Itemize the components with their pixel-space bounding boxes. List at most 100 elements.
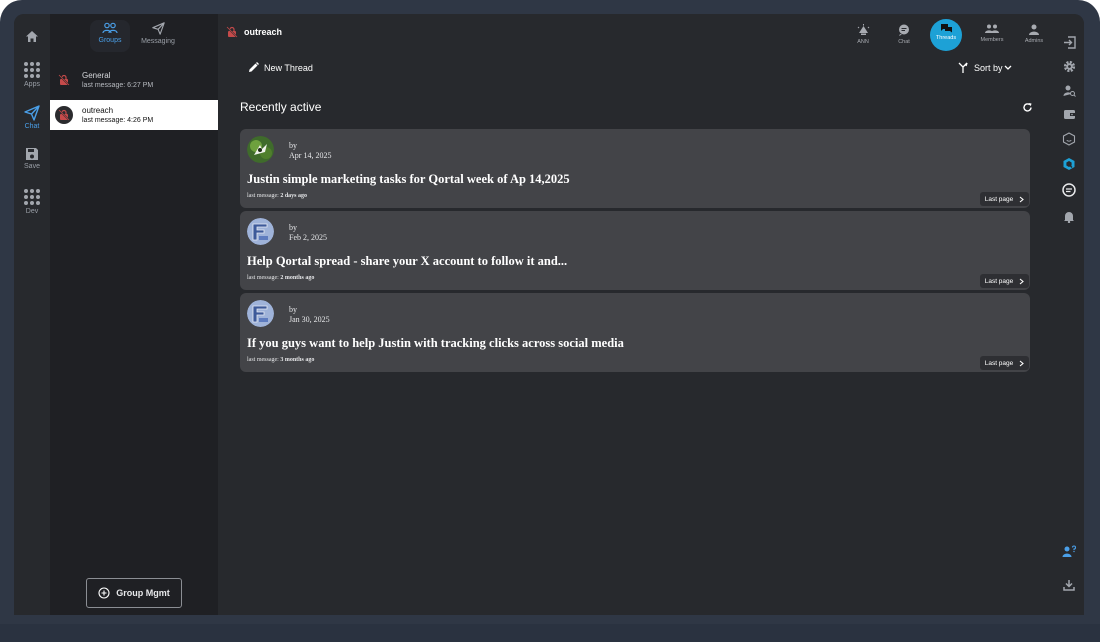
tab-chat[interactable]: Chat — [888, 20, 920, 45]
tab-members-label: Members — [980, 37, 1004, 43]
group-last-message: last message: 6:27 PM — [82, 82, 154, 89]
app-nav: Apps Chat Save Dev — [14, 14, 50, 615]
user-search-icon — [1063, 85, 1076, 97]
group-mgmt-button[interactable]: Group Mgmt — [86, 578, 182, 608]
lock-off-icon — [226, 26, 238, 38]
thread-author: by — [289, 141, 297, 150]
thread-last-message: last message: 2 months ago — [247, 275, 314, 281]
hexagon-app-button[interactable] — [1061, 131, 1077, 147]
nav-apps[interactable]: Apps — [14, 61, 50, 88]
threads-active-bubble: Threads — [930, 19, 962, 51]
group-name: outreach — [82, 106, 114, 115]
notifications-button[interactable] — [1061, 208, 1077, 224]
thread-card[interactable]: by Jan 30, 2025 If you guys want to help… — [240, 293, 1030, 372]
last-page-button[interactable]: Last page — [980, 356, 1029, 370]
nav-home[interactable] — [14, 30, 50, 45]
settings-button[interactable] — [1061, 58, 1077, 74]
right-rail — [1054, 14, 1084, 615]
grid-icon — [24, 189, 40, 205]
user-support-button[interactable] — [1061, 543, 1077, 559]
qortal-app-button[interactable] — [1061, 156, 1077, 172]
last-page-label: Last page — [984, 195, 1014, 203]
last-page-label: Last page — [984, 359, 1014, 367]
chevron-right-icon — [1019, 196, 1025, 202]
last-message-value: 2 days ago — [280, 193, 307, 199]
last-message-label: last message: — [247, 357, 279, 363]
chevron-down-icon — [1004, 65, 1011, 70]
send-icon — [24, 105, 40, 121]
new-thread-button[interactable]: New Thread — [248, 62, 313, 73]
refresh-button[interactable] — [1022, 100, 1033, 118]
nav-dev-label: Dev — [25, 208, 39, 215]
group-last-message: last message: 4:26 PM — [82, 117, 154, 124]
send-icon — [151, 22, 165, 35]
thread-date: Jan 30, 2025 — [289, 315, 330, 324]
group-mgmt-label: Group Mgmt — [116, 588, 170, 598]
avatar — [247, 218, 274, 245]
groups-sidebar: Groups Messaging General last message: 6… — [50, 14, 218, 615]
tab-ann-label: ANN — [857, 39, 869, 45]
tab-chat-label: Chat — [898, 39, 910, 45]
tab-admins[interactable]: Admins — [1018, 20, 1050, 44]
sort-by-button[interactable]: Sort by — [958, 62, 1012, 73]
nav-save[interactable]: Save — [14, 147, 50, 170]
gear-icon — [1063, 60, 1075, 72]
logout-icon — [1063, 35, 1076, 49]
last-message-value: 3 months ago — [280, 357, 315, 363]
last-page-label: Last page — [984, 277, 1014, 285]
group-name: General — [82, 71, 111, 80]
nav-chat-label: Chat — [24, 123, 40, 130]
thread-title[interactable]: Help Qortal spread - share your X accoun… — [247, 254, 567, 269]
thread-title[interactable]: If you guys want to help Justin with tra… — [247, 336, 624, 351]
group-item-general[interactable]: General last message: 6:27 PM — [50, 65, 218, 95]
tab-groups[interactable]: Groups — [88, 20, 132, 52]
thread-author: by — [289, 223, 297, 232]
tab-groups-label: Groups — [98, 37, 122, 44]
logout-button[interactable] — [1061, 34, 1077, 50]
thread-card[interactable]: by Feb 2, 2025 Help Qortal spread - shar… — [240, 211, 1030, 290]
grid-icon — [24, 62, 40, 78]
device-bezel-bottom — [0, 624, 1100, 642]
thread-card[interactable]: by Apr 14, 2025 Justin simple marketing … — [240, 129, 1030, 208]
download-button[interactable] — [1061, 577, 1077, 593]
hexagon-icon — [1062, 132, 1076, 146]
wallet-icon — [1063, 110, 1075, 119]
chat-bubble-icon — [1062, 183, 1076, 197]
avatar — [247, 136, 274, 163]
group-avatar — [55, 106, 73, 124]
thread-title[interactable]: Justin simple marketing tasks for Qortal… — [247, 172, 570, 187]
lock-off-icon — [58, 109, 70, 121]
tab-messaging[interactable]: Messaging — [136, 22, 180, 45]
tab-members[interactable]: Members — [976, 20, 1008, 43]
chat-icon — [899, 24, 909, 36]
wallet-button[interactable] — [1061, 106, 1077, 122]
qchat-app-button[interactable] — [1061, 182, 1077, 198]
last-page-button[interactable]: Last page — [980, 274, 1029, 288]
last-message-label: last message: — [247, 193, 279, 199]
group-item-outreach[interactable]: outreach last message: 4:26 PM — [50, 100, 218, 130]
group-avatar — [55, 71, 73, 89]
download-icon — [1063, 580, 1075, 591]
qortal-icon — [1063, 158, 1075, 170]
nav-chat[interactable]: Chat — [14, 105, 50, 130]
nav-dev[interactable]: Dev — [14, 188, 50, 215]
last-page-button[interactable]: Last page — [980, 192, 1029, 206]
tab-threads[interactable]: Threads — [930, 19, 962, 51]
thread-date: Apr 14, 2025 — [289, 151, 332, 160]
plus-circle-icon — [98, 587, 110, 599]
user-help-icon — [1062, 544, 1076, 557]
announcement-icon — [857, 24, 869, 35]
tab-threads-label: Threads — [935, 35, 957, 41]
last-message-label: last message: — [247, 275, 279, 281]
chevron-right-icon — [1019, 360, 1025, 366]
admins-icon — [1029, 24, 1039, 35]
members-icon — [985, 24, 999, 33]
bell-icon — [1064, 211, 1074, 223]
home-icon — [26, 31, 38, 42]
lock-off-icon — [58, 74, 70, 86]
user-lookup-button[interactable] — [1061, 82, 1077, 98]
thread-last-message: last message: 3 months ago — [247, 357, 314, 363]
tab-ann[interactable]: ANN — [847, 20, 879, 45]
app-window: Apps Chat Save Dev Groups Messaging Gene… — [14, 14, 1084, 615]
sort-by-label: Sort by — [974, 62, 1003, 73]
